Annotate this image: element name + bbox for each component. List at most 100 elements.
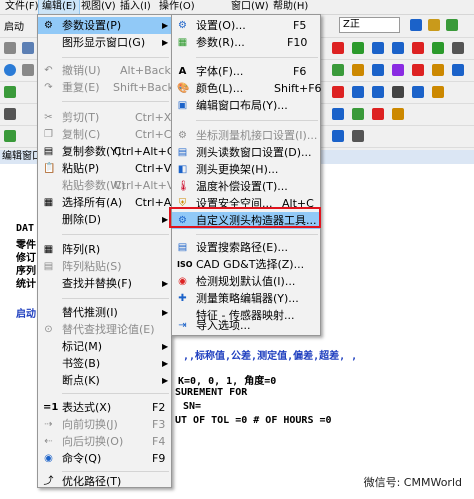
toolbar-icon[interactable] (392, 64, 404, 76)
menu-item-find-replace[interactable]: 查找并替换(F) ▶ (38, 275, 171, 292)
menu-item-graphics-window[interactable]: 图形显示窗口(G) ▶ (38, 34, 171, 51)
probe-readout-icon: ▤ (177, 147, 188, 158)
toolbar-icon[interactable] (432, 86, 444, 98)
toolbar-icon[interactable] (392, 108, 404, 120)
toolbar-icon[interactable] (332, 42, 344, 54)
submenu-item-edit-layout[interactable]: ▣ 编辑窗口布局(Y)... (172, 97, 320, 114)
menu-item-redo[interactable]: ↷ 重复(E) Shift+Back (38, 79, 174, 96)
toolbar-icon[interactable] (392, 86, 404, 98)
workplane-value: Z正 (343, 19, 360, 30)
menu-item-bookmark[interactable]: 书签(B) ▶ (38, 355, 171, 372)
backward-icon: ⇠ (44, 436, 53, 447)
menu-item-breakpoint[interactable]: 断点(K) ▶ (38, 372, 171, 389)
menu-item-substitute-nominal[interactable]: ⊙ 替代查找理论值(E) (38, 321, 171, 338)
menu-item-toggle-backward[interactable]: ⇠ 向后切换(O) F4 (38, 433, 171, 450)
color-palette-icon: 🎨 (177, 83, 190, 94)
toolbar-icon[interactable] (4, 86, 16, 98)
submenu-arrow-icon: ▶ (162, 38, 169, 47)
toolbar-icon[interactable] (352, 130, 364, 142)
toolbar-icon[interactable] (372, 108, 384, 120)
menu-item-cut[interactable]: ✂ 剪切(T) Ctrl+X (38, 109, 171, 126)
toolbar-icon[interactable] (452, 64, 464, 76)
array-icon: ▦ (43, 244, 54, 255)
submenu-item-cad-gdt[interactable]: ISO CAD GD&T选择(Z)... (172, 256, 320, 273)
toolbar-icon[interactable] (446, 19, 458, 31)
menu-insert[interactable]: 插入(I) (117, 0, 154, 14)
menu-help[interactable]: 帮助(H) (270, 0, 311, 14)
menu-item-paste-params[interactable]: 粘贴参数(W) Ctrl+Alt+V (38, 177, 174, 194)
toolbar-icon[interactable] (332, 130, 344, 142)
submenu-item-cmm-interface[interactable]: ⚙ 坐标测量机接口设置(I)... (172, 127, 320, 144)
submenu-item-strategy-editor[interactable]: ✚ 测量策略编辑器(Y)... (172, 290, 320, 307)
separator (62, 57, 169, 58)
toolbar-icon[interactable] (372, 42, 384, 54)
submenu-item-setup[interactable]: ⚙ 设置(O)... F5 (172, 17, 320, 34)
toolbar-icon[interactable] (4, 130, 16, 142)
code-line: DAT (16, 223, 35, 234)
submenu-item-font[interactable]: A 字体(F)... F6 (172, 63, 320, 80)
toolbar-icon[interactable] (22, 64, 34, 76)
menu-item-delete[interactable]: 删除(D) ▶ (38, 211, 171, 228)
toolbar-icon[interactable] (332, 64, 344, 76)
menu-item-select-all[interactable]: ▦ 选择所有(A) Ctrl+A (38, 194, 172, 211)
menu-item-array[interactable]: ▦ 阵列(R) (38, 241, 171, 258)
toolbar-icon[interactable] (412, 64, 424, 76)
toolbar-icon[interactable] (392, 42, 404, 54)
submenu-item-parameters[interactable]: ▦ 参数(R)... F10 (172, 34, 320, 51)
separator (196, 120, 318, 121)
toolbar-icon[interactable] (352, 64, 364, 76)
code-line: 统计 (16, 279, 36, 290)
menu-item-optimize-path[interactable]: ⤴ 优化路径(T) (38, 473, 171, 490)
menu-operation[interactable]: 操作(O) (156, 0, 198, 14)
toolbar-icon[interactable] (352, 108, 364, 120)
toolbar-icon[interactable] (352, 42, 364, 54)
toolbar-icon[interactable] (332, 86, 344, 98)
cmm-interface-icon: ⚙ (178, 130, 187, 141)
parameters-icon: ▦ (177, 37, 188, 48)
toolbar-icon[interactable] (372, 64, 384, 76)
menu-item-mark[interactable]: 标记(M) ▶ (38, 338, 171, 355)
forward-icon: ⇢ (44, 419, 53, 430)
separator (62, 298, 169, 299)
toolbar-icon[interactable] (452, 42, 464, 54)
scissors-icon: ✂ (44, 112, 53, 123)
toolbar-icon[interactable] (428, 19, 440, 31)
toolbar-icon[interactable] (4, 108, 16, 120)
submenu-item-import-options[interactable]: ⇥ 导入选项... (172, 317, 320, 334)
toolbar-icon[interactable] (22, 42, 34, 54)
menu-item-command[interactable]: ◉ 命令(Q) F9 (38, 450, 171, 467)
submenu-item-search-path[interactable]: ▤ 设置搜索路径(E)... (172, 239, 320, 256)
menu-item-copy-params[interactable]: ▤ 复制参数(Y) Ctrl+Alt+C (38, 143, 175, 160)
menu-item-expression[interactable]: =1 表达式(X) F2 (38, 399, 171, 416)
menu-item-undo[interactable]: ↶ 撤销(U) Alt+Back (38, 62, 171, 79)
toolbar-icon[interactable] (410, 19, 422, 31)
toolbar-icon[interactable] (432, 42, 444, 54)
paste-icon: 📋 (43, 163, 56, 174)
toolbar-icon[interactable] (412, 42, 424, 54)
menu-item-copy[interactable]: ❐ 复制(C) Ctrl+C (38, 126, 171, 143)
menu-item-array-paste[interactable]: ▤ 阵列粘贴(S) (38, 258, 171, 275)
submenu-item-inspection-defaults[interactable]: ◉ 检测规划默认值(I)... (172, 273, 320, 290)
toolbar-icon[interactable] (352, 86, 364, 98)
menu-item-toggle-forward[interactable]: ⇢ 向前切换(J) F3 (38, 416, 171, 433)
submenu-item-probe-changer[interactable]: ◧ 测头更换架(H)... (172, 161, 320, 178)
menu-file[interactable]: 文件(F) (2, 0, 42, 14)
play-icon[interactable] (4, 64, 16, 76)
toolbar-icon[interactable] (432, 64, 444, 76)
workplane-combo[interactable]: Z正 (339, 17, 400, 33)
submenu-item-color[interactable]: 🎨 颜色(L)... Shift+F6 (172, 80, 322, 97)
menu-item-param-settings[interactable]: ⚙ 参数设置(P) ▶ (38, 17, 171, 34)
separator (62, 471, 169, 472)
submenu-item-probe-readout[interactable]: ▤ 测头读数窗口设置(D)... (172, 144, 320, 161)
menu-window[interactable]: 窗口(W) (228, 0, 272, 14)
toolbar-icon[interactable] (4, 42, 16, 54)
menu-edit[interactable]: 编辑(E) (38, 0, 81, 15)
toolbar-icon[interactable] (372, 86, 384, 98)
menu-view[interactable]: 视图(V) (78, 0, 119, 14)
submenu-item-temp-comp[interactable]: 🌡 温度补偿设置(T)... (172, 178, 320, 195)
toolbar-icon[interactable] (412, 86, 424, 98)
menu-item-substitute-guess[interactable]: 替代推测(I) ▶ (38, 304, 171, 321)
menu-item-paste[interactable]: 📋 粘贴(P) Ctrl+V (38, 160, 171, 177)
separator (62, 393, 169, 394)
toolbar-icon[interactable] (332, 108, 344, 120)
